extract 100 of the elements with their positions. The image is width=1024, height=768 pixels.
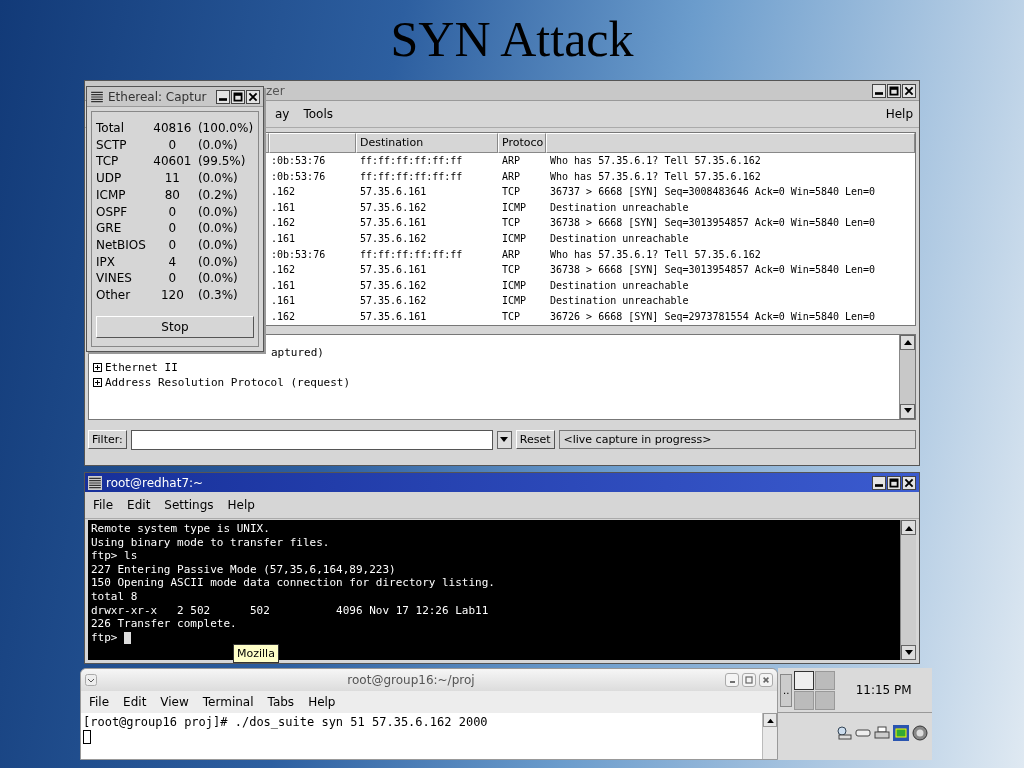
protocol-label: GRE — [96, 220, 123, 237]
menu-item[interactable]: Settings — [164, 498, 214, 512]
menu-item[interactable]: Terminal — [202, 695, 254, 709]
workspace-switcher[interactable] — [794, 670, 836, 710]
close-icon — [247, 90, 259, 103]
minimize-button[interactable] — [872, 475, 886, 490]
window-title: root@redhat7:~ — [106, 475, 204, 490]
column-header[interactable] — [546, 133, 915, 153]
table-cell-text: 36737 > 6668 [SYN] Seq=3008483646 Ack=0 Win=5840 Len=0 — [549, 185, 877, 200]
packet-percent: (0.0%) — [197, 253, 239, 271]
text-cursor — [124, 631, 132, 644]
terminal-line: drwxr-xr-x 2 502 502 4096 Nov 17 12:26 Lab11 — [91, 603, 490, 618]
scrollbar[interactable] — [900, 520, 916, 660]
close-icon — [903, 84, 915, 97]
menu-item[interactable]: Help — [227, 498, 255, 512]
table-cell-text: :0b:53:76 — [270, 169, 327, 184]
table-cell-text: 57.35.6.161 — [359, 216, 428, 231]
terminal-line: 226 Transfer complete. — [91, 617, 238, 631]
expand-icon[interactable] — [93, 362, 102, 372]
table-cell-text: Destination unreachable — [549, 278, 690, 293]
table-cell-text: ICMP — [501, 200, 528, 215]
menu-item[interactable]: View — [160, 695, 189, 709]
table-cell-text: ff:ff:ff:ff:ff:ff — [359, 169, 464, 184]
menu-item[interactable]: ay — [275, 107, 290, 121]
packet-percent: (0.0%) — [197, 203, 239, 221]
close-button[interactable] — [902, 83, 916, 98]
table-cell-text: ICMP — [501, 294, 528, 309]
minimize-button[interactable] — [872, 83, 886, 98]
terminal-prompt: ftp> — [91, 630, 119, 645]
packet-count: 40816 — [152, 120, 192, 137]
table-cell-text: Who has 57.35.6.1? Tell 57.35.6.162 — [549, 154, 762, 168]
protocol-label: OSPF — [96, 203, 129, 221]
column-header[interactable]: Protoco — [498, 133, 546, 153]
expand-icon[interactable] — [93, 377, 102, 387]
table-cell-text: .162 — [270, 216, 297, 231]
packet-percent: (0.3%) — [197, 287, 239, 304]
menu-item[interactable]: Tools — [303, 107, 334, 121]
up-arrow-icon[interactable] — [766, 717, 774, 723]
table-cell-text: .161 — [270, 231, 297, 246]
window-title: root@group16:~/proj — [346, 673, 476, 687]
table-cell-text: ff:ff:ff:ff:ff:ff — [359, 154, 464, 168]
table-cell-text: 36726 > 6668 [SYN] Seq=2973781554 Ack=0 Win=5840 Len=0 — [549, 309, 877, 324]
table-cell-text: .162 — [270, 185, 297, 200]
maximize-button[interactable] — [887, 475, 901, 490]
terminal-line: 227 Entering Passive Mode (57,35,6,164,89,223) — [91, 562, 397, 577]
filter-field[interactable] — [130, 429, 493, 450]
tree-item[interactable]: Ethernet II — [105, 359, 178, 375]
up-arrow-icon[interactable] — [904, 524, 913, 531]
table-cell-text: .162 — [270, 309, 297, 324]
table-cell-text: 57.35.6.162 — [359, 231, 428, 246]
menu-item[interactable]: Help — [885, 107, 913, 121]
close-icon — [903, 476, 915, 489]
tree-item[interactable]: Address Resolution Protocol (request) — [105, 374, 351, 390]
minimize-button[interactable] — [216, 89, 230, 104]
menu-item[interactable]: Edit — [127, 498, 151, 512]
maximize-button[interactable] — [231, 89, 245, 104]
packet-count: 40601 — [152, 153, 192, 171]
close-button[interactable] — [902, 475, 916, 490]
packet-percent: (99.5%) — [197, 153, 247, 171]
table-cell-text: ff:ff:ff:ff:ff:ff — [359, 247, 464, 262]
menu-item[interactable]: Edit — [123, 695, 147, 709]
maximize-button[interactable] — [887, 83, 901, 98]
stop-button[interactable]: Stop — [96, 315, 254, 338]
scrollbar[interactable] — [762, 713, 777, 759]
down-arrow-icon[interactable] — [904, 649, 913, 656]
column-header[interactable] — [269, 133, 356, 153]
table-cell-text: TCP — [501, 216, 522, 231]
packet-percent: (0.0%) — [197, 236, 239, 254]
clock[interactable]: 11:15 PM — [837, 683, 930, 697]
column-header[interactable]: Destination — [356, 133, 498, 153]
tree-item[interactable]: aptured) — [271, 344, 324, 360]
status-bar: <live capture in progress> — [558, 430, 916, 450]
menu-item[interactable]: Help — [308, 695, 336, 709]
table-cell-text: .161 — [270, 294, 297, 309]
chevron-icon[interactable] — [85, 674, 97, 686]
window-menu-icon[interactable] — [88, 475, 102, 490]
table-cell-text: .162 — [270, 263, 297, 278]
menu-item[interactable]: File — [89, 695, 110, 709]
table-cell-text: TCP — [501, 309, 522, 324]
reset-button[interactable]: Reset — [515, 430, 555, 450]
scrollbar[interactable] — [899, 334, 915, 419]
packet-percent: (0.0%) — [197, 270, 239, 288]
dropdown-button[interactable] — [496, 430, 512, 449]
table-cell-text: Who has 57.35.6.1? Tell 57.35.6.162 — [549, 169, 762, 184]
taskbar-button[interactable]: .. — [780, 673, 793, 707]
up-arrow-icon[interactable] — [903, 339, 912, 346]
minimize-icon — [875, 483, 883, 487]
packet-count: 0 — [167, 220, 178, 237]
power-icon[interactable] — [912, 725, 928, 741]
network-icon[interactable] — [893, 725, 909, 741]
window-menu-icon[interactable] — [90, 89, 104, 104]
terminal-line: total 8 — [91, 589, 139, 604]
filter-button[interactable]: Filter: — [88, 430, 127, 450]
down-arrow-icon[interactable] — [903, 408, 912, 415]
table-cell-text: 36738 > 6668 [SYN] Seq=3013954857 Ack=0 Win=5840 Len=0 — [549, 216, 877, 231]
table-cell-text: TCP — [501, 185, 522, 200]
close-button[interactable] — [246, 89, 260, 104]
menu-item[interactable]: Tabs — [267, 695, 295, 709]
menu-item[interactable]: File — [93, 498, 114, 512]
packet-percent: (0.0%) — [197, 136, 239, 154]
